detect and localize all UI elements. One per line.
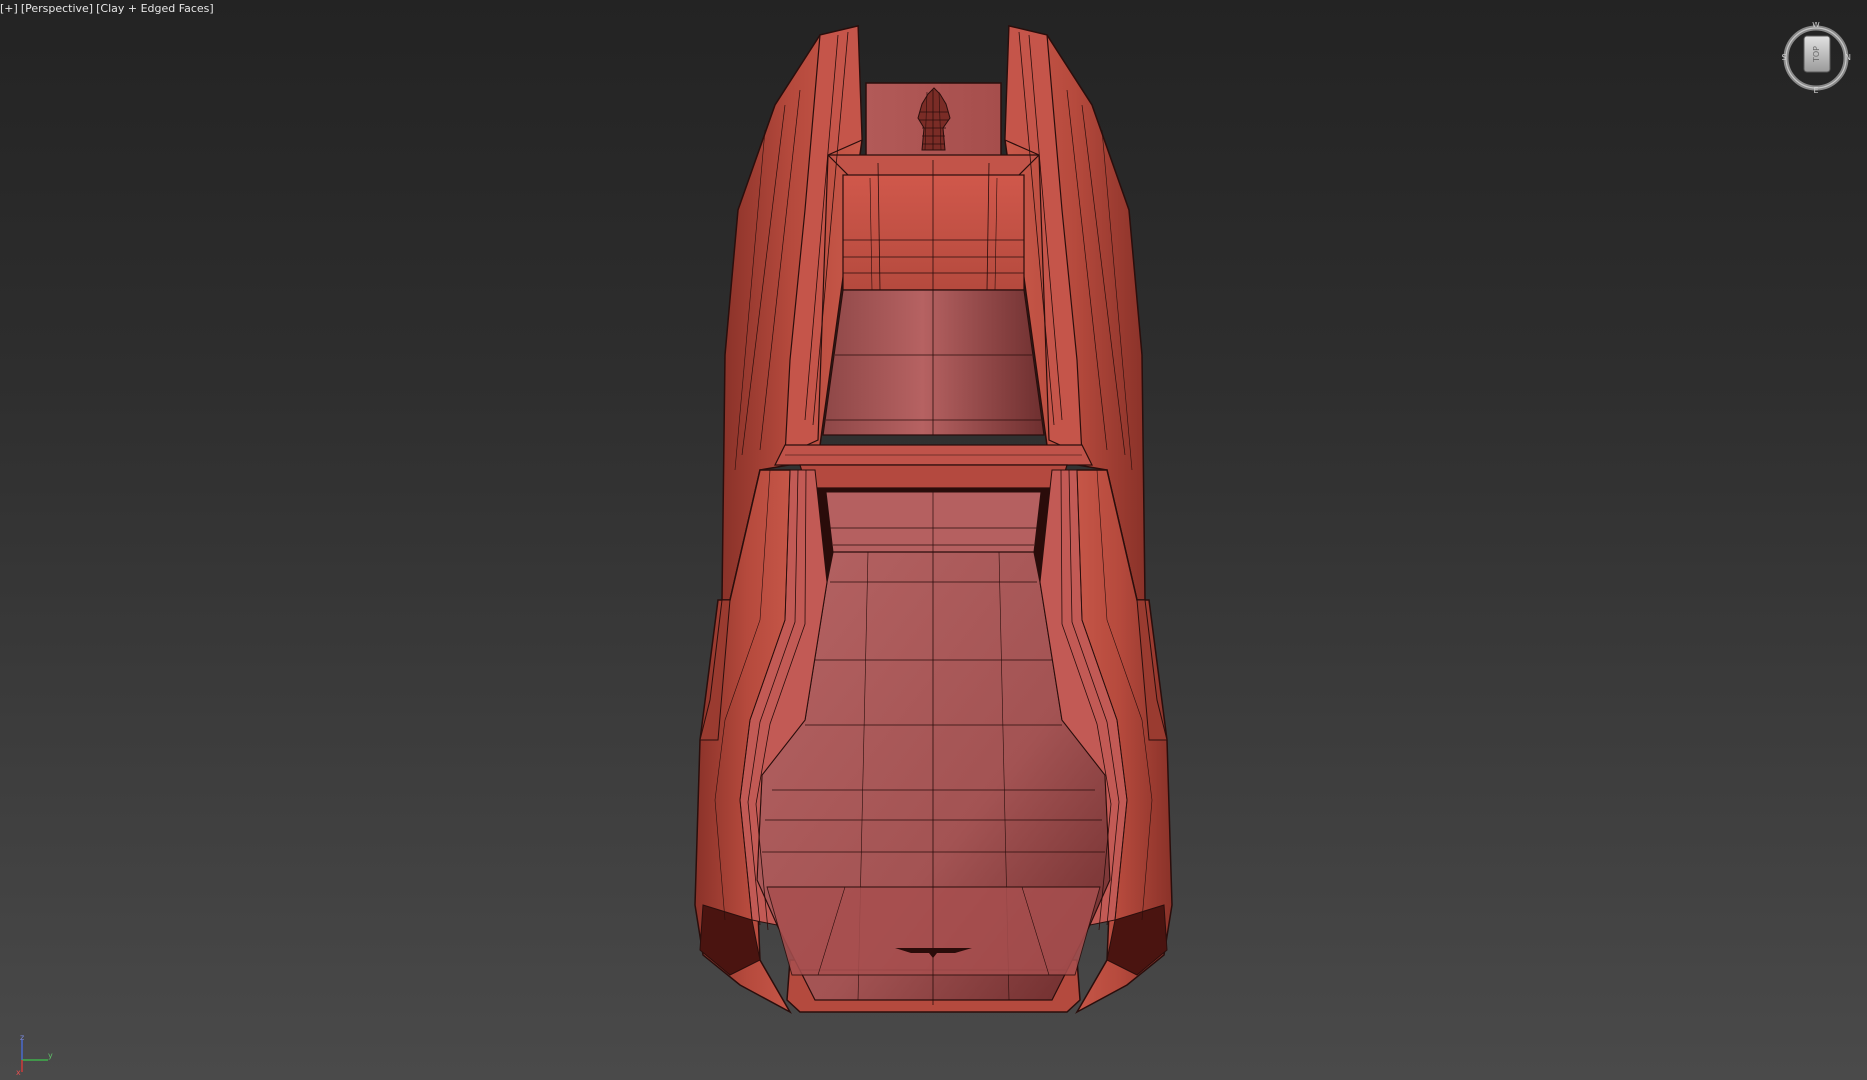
axis-x-label: x	[16, 1068, 21, 1076]
rear-cabin-floor	[822, 289, 1045, 436]
rear-trunk-panel	[826, 154, 1041, 291]
compass-north-label: N	[1845, 53, 1851, 62]
axis-z-label: z	[20, 1033, 24, 1042]
axis-tripod-icon: z y x	[16, 1033, 53, 1076]
compass-west-label: W	[1812, 22, 1820, 29]
viewcube-navigator[interactable]: TOP W N S E	[1780, 22, 1852, 94]
viewcube-face-label: TOP	[1812, 46, 1821, 63]
cabin-divider	[774, 444, 1093, 489]
3d-viewport[interactable]: [+] [Perspective] [Clay + Edged Faces] T…	[0, 0, 1867, 1080]
axis-y-label: y	[48, 1051, 53, 1060]
rear-deck	[865, 82, 1002, 158]
car-model-mesh[interactable]	[0, 0, 1867, 1080]
compass-south-label: S	[1781, 53, 1786, 62]
compass-east-label: E	[1813, 86, 1818, 94]
